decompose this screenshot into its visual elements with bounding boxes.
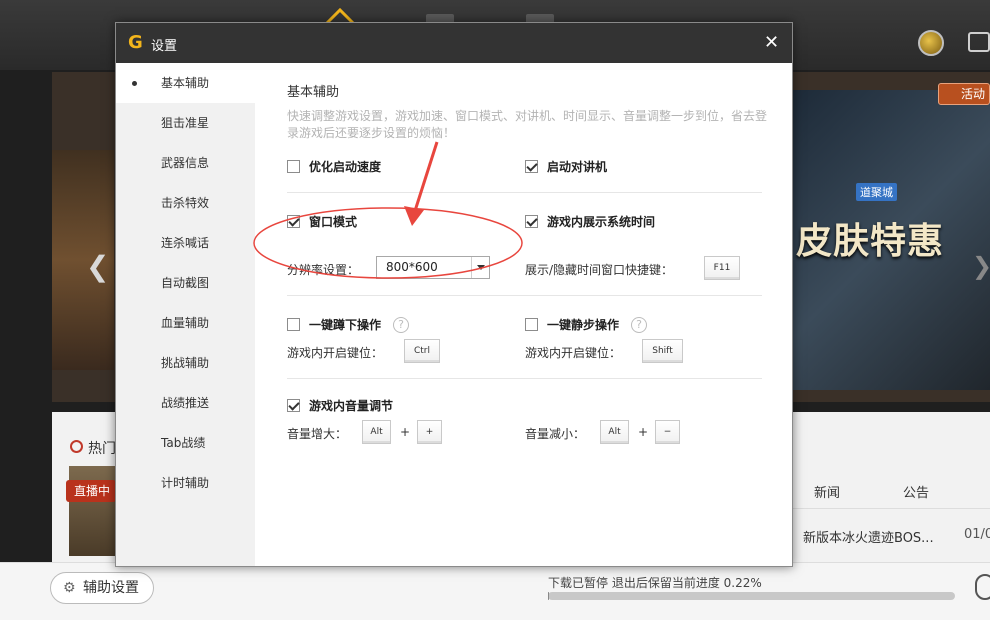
help-icon[interactable]: ?: [393, 316, 410, 333]
checkbox-icon[interactable]: [287, 318, 300, 331]
close-icon[interactable]: ✕: [764, 32, 779, 53]
checkbox-icon[interactable]: [287, 399, 300, 412]
sidebar-item-killstreak-shout[interactable]: 连杀喊话: [116, 223, 255, 263]
volume-down-label: 音量减小：: [525, 427, 586, 441]
sidebar-item-record-push[interactable]: 战绩推送: [116, 383, 255, 423]
sidebar-item-basic-assist[interactable]: 基本辅助: [116, 63, 255, 103]
checkbox-icon[interactable]: [525, 318, 538, 331]
volume-up-key-alt[interactable]: Alt: [362, 420, 391, 444]
settings-sidebar: 基本辅助 狙击准星 武器信息 击杀特效 连杀喊话 自动截图 血量辅助 挑战辅助 …: [116, 63, 255, 566]
optimize-startup-checkbox[interactable]: 优化启动速度: [287, 158, 381, 175]
crouch-hotkey-key[interactable]: Ctrl: [404, 339, 440, 363]
start-intercom-checkbox[interactable]: 启动对讲机: [525, 158, 607, 175]
sidebar-item-label: 计时辅助: [161, 476, 210, 490]
show-system-time-checkbox[interactable]: 游戏内展示系统时间: [525, 213, 655, 230]
sidebar-item-label: 血量辅助: [161, 316, 210, 330]
volume-up-key-plus[interactable]: +: [417, 420, 442, 444]
walk-hotkey-key[interactable]: Shift: [642, 339, 683, 363]
one-key-crouch-checkbox[interactable]: 一键蹲下操作 ?: [287, 316, 410, 333]
tab-news[interactable]: 新闻: [814, 482, 840, 501]
dialog-title: 设置: [151, 39, 178, 54]
time-hotkey-label: 展示/隐藏时间窗口快捷键：: [525, 263, 674, 277]
plus-sign: +: [638, 425, 649, 439]
checkbox-icon[interactable]: [525, 160, 538, 173]
banner-headline: 皮肤特惠: [796, 221, 945, 262]
news-item[interactable]: 新版本冰火遗迹BOS...: [803, 527, 934, 546]
option-label: 一键静步操作: [547, 318, 620, 332]
chevron-down-icon: [471, 257, 489, 278]
help-icon[interactable]: ?: [631, 316, 648, 333]
gear-icon: ⚙: [63, 580, 76, 596]
one-key-walk-checkbox[interactable]: 一键静步操作 ?: [525, 316, 648, 333]
news-date: 01/0: [964, 527, 990, 542]
activity-button[interactable]: 活动: [938, 83, 990, 105]
window-mode-checkbox[interactable]: 窗口模式: [287, 213, 357, 230]
section-title: 基本辅助: [287, 85, 340, 100]
banner-next-icon[interactable]: ❯: [972, 252, 990, 280]
sidebar-item-label: 自动截图: [161, 276, 210, 290]
resolution-label: 分辨率设置：: [287, 263, 360, 277]
sidebar-item-kill-effects[interactable]: 击杀特效: [116, 183, 255, 223]
tab-notice[interactable]: 公告: [903, 482, 929, 501]
walk-hotkey-label: 游戏内开启键位：: [525, 346, 622, 360]
divider: [287, 378, 762, 379]
app-logo-icon: G: [128, 32, 143, 53]
sidebar-item-label: 基本辅助: [161, 76, 210, 90]
time-hotkey-key[interactable]: F11: [704, 256, 740, 280]
plus-sign: +: [400, 425, 411, 439]
resolution-select[interactable]: 800*600: [376, 256, 490, 279]
sidebar-item-timer-assist[interactable]: 计时辅助: [116, 463, 255, 503]
sidebar-item-label: Tab战绩: [161, 436, 206, 450]
divider: [287, 295, 762, 296]
sidebar-item-health-assist[interactable]: 血量辅助: [116, 303, 255, 343]
checkbox-icon[interactable]: [287, 215, 300, 228]
option-label: 一键蹲下操作: [309, 318, 382, 332]
option-label: 游戏内展示系统时间: [547, 215, 656, 229]
sidebar-item-sniper-crosshair[interactable]: 狙击准星: [116, 103, 255, 143]
settings-content: 基本辅助 快速调整游戏设置，游戏加速、窗口模式、对讲机、时间显示、音量调整一步到…: [255, 63, 792, 566]
sidebar-item-challenge-assist[interactable]: 挑战辅助: [116, 343, 255, 383]
sidebar-item-label: 挑战辅助: [161, 356, 210, 370]
active-dot-icon: [132, 81, 137, 86]
sidebar-item-tab-record[interactable]: Tab战绩: [116, 423, 255, 463]
section-description: 快速调整游戏设置，游戏加速、窗口模式、对讲机、时间显示、音量调整一步到位，省去登…: [287, 109, 768, 140]
volume-adjust-checkbox[interactable]: 游戏内音量调节: [287, 397, 393, 414]
live-badge: 直播中: [66, 480, 117, 502]
checkbox-icon[interactable]: [287, 160, 300, 173]
chat-icon[interactable]: [968, 32, 990, 52]
download-progress-fill: [548, 592, 549, 600]
checkbox-icon[interactable]: [525, 215, 538, 228]
user-avatar[interactable]: [918, 30, 944, 56]
volume-down-key-alt[interactable]: Alt: [600, 420, 629, 444]
sidebar-item-label: 战绩推送: [161, 396, 210, 410]
settings-dialog: G 设置 ✕ 基本辅助 狙击准星 武器信息 击杀特效 连杀喊话 自动截图 血量辅…: [115, 22, 793, 567]
sidebar-item-label: 狙击准星: [161, 116, 210, 130]
play-icon[interactable]: [975, 574, 990, 600]
sidebar-item-label: 击杀特效: [161, 196, 210, 210]
banner-tag: 道聚城: [856, 183, 897, 201]
crouch-hotkey-label: 游戏内开启键位：: [287, 346, 384, 360]
news-divider: [793, 508, 990, 509]
sidebar-item-label: 连杀喊话: [161, 236, 210, 250]
option-label: 游戏内音量调节: [309, 399, 394, 413]
sidebar-item-auto-screenshot[interactable]: 自动截图: [116, 263, 255, 303]
resolution-value: 800*600: [386, 260, 438, 274]
sidebar-item-label: 武器信息: [161, 156, 210, 170]
divider: [287, 192, 762, 193]
banner-prev-icon[interactable]: ❮: [86, 250, 109, 283]
download-status: 下载已暂停 退出后保留当前进度 0.22%: [548, 576, 762, 590]
hot-section-label: 热门: [88, 441, 116, 457]
option-label: 窗口模式: [309, 215, 358, 229]
volume-down-key-minus[interactable]: −: [655, 420, 680, 444]
target-icon: [70, 440, 83, 453]
option-label: 优化启动速度: [309, 160, 382, 174]
download-progress-bar: [548, 592, 955, 600]
option-label: 启动对讲机: [547, 160, 608, 174]
dialog-titlebar: G 设置 ✕: [116, 23, 792, 63]
volume-up-label: 音量增大：: [287, 427, 348, 441]
sidebar-item-weapon-info[interactable]: 武器信息: [116, 143, 255, 183]
